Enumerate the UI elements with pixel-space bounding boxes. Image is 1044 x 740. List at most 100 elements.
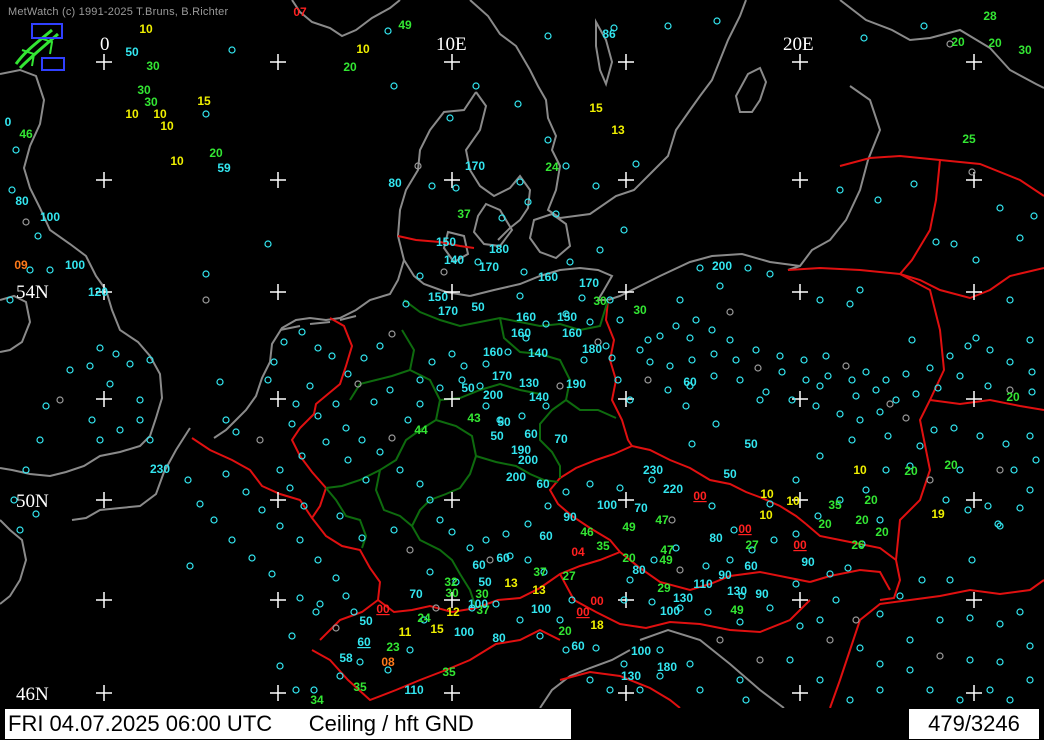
station-ceiling-value: 20 <box>209 146 223 160</box>
station-ceiling-value: 90 <box>755 587 769 601</box>
station-ceiling-value: 110 <box>404 683 424 697</box>
station-dot <box>800 356 808 364</box>
station-dot <box>908 336 916 344</box>
station-ceiling-value: 60 <box>472 558 486 572</box>
station-dot <box>686 660 694 668</box>
grid-labels: 0 10E 20E 54N 50N 46N <box>16 34 814 705</box>
grid-cross <box>270 172 286 188</box>
station-dot <box>332 400 340 408</box>
station-dot <box>686 334 694 342</box>
station-dot <box>562 488 570 496</box>
station-ceiling-value: 86 <box>602 27 616 41</box>
station-ceiling-value: 170 <box>579 276 599 290</box>
station-ceiling-value: 50 <box>490 429 504 443</box>
station-ceiling-value: 35 <box>353 680 367 694</box>
station-ceiling-value: 10 <box>786 494 800 508</box>
station-ceiling-value: 230 <box>150 462 170 476</box>
station-ceiling-value: 100 <box>468 597 488 611</box>
grid-cross <box>96 54 112 70</box>
station-ceiling-value: 10 <box>760 487 774 501</box>
station-dot <box>314 412 322 420</box>
station-dot <box>360 354 368 362</box>
station-dot <box>34 232 42 240</box>
station-dot <box>778 368 786 376</box>
station-ceiling-value: 160 <box>483 345 503 359</box>
station-ceiling-value: 43 <box>467 411 481 425</box>
station-ceiling-value: 140 <box>529 390 549 404</box>
station-dot <box>716 282 724 290</box>
station-dot <box>196 500 204 508</box>
station-dot <box>448 350 456 358</box>
station-dot <box>816 452 824 460</box>
station-ceiling-value: 110 <box>693 577 713 591</box>
station-ceiling-value: 50 <box>125 45 139 59</box>
station-ceiling-value: 60 <box>496 551 510 565</box>
station-dot <box>882 466 890 474</box>
station-dot <box>332 624 340 632</box>
station-dot <box>664 386 672 394</box>
station-dot <box>842 362 850 370</box>
station-ceiling-value: 50 <box>497 415 511 429</box>
station-ceiling-value: 60 <box>744 559 758 573</box>
station-dot <box>708 326 716 334</box>
station-dot <box>336 672 344 680</box>
station-ceiling-value: 34 <box>310 693 324 707</box>
station-dot <box>756 396 764 404</box>
station-ceiling-value: 0 <box>5 115 12 129</box>
station-dot <box>416 376 424 384</box>
station-dot <box>106 380 114 388</box>
station-ceiling-value: 29 <box>657 581 671 595</box>
grid-cross <box>96 685 112 701</box>
station-dot <box>566 258 574 266</box>
station-dot <box>876 686 884 694</box>
station-dot <box>930 426 938 434</box>
station-dot <box>984 502 992 510</box>
station-dot <box>892 396 900 404</box>
station-dot <box>288 632 296 640</box>
metwatch-logo-icon <box>14 23 65 71</box>
station-dot <box>322 438 330 446</box>
grid-cross <box>966 391 982 407</box>
station-dot <box>852 392 860 400</box>
station-dot <box>336 512 344 520</box>
station-dot <box>792 580 800 588</box>
station-ceiling-value: 12 <box>446 605 460 619</box>
station-dot <box>404 416 412 424</box>
station-dot <box>96 344 104 352</box>
station-dot <box>770 536 778 544</box>
station-dot <box>306 382 314 390</box>
grid-cross <box>966 54 982 70</box>
station-ceiling-value: 70 <box>634 501 648 515</box>
station-ceiling-value: 30 <box>593 294 607 308</box>
station-dot <box>276 522 284 530</box>
station-dot <box>896 592 904 600</box>
station-ceiling-value: 00 <box>576 605 590 619</box>
lat-label-54n: 54N <box>16 282 49 303</box>
station-dot <box>918 576 926 584</box>
station-dot <box>682 402 690 410</box>
station-ceiling-value: 100 <box>65 258 85 272</box>
station-dot <box>396 466 404 474</box>
station-dot <box>692 316 700 324</box>
station-dot <box>586 480 594 488</box>
station-dot <box>416 272 424 280</box>
station-ceiling-value: 27 <box>562 569 576 583</box>
station-ceiling-value: 90 <box>718 568 732 582</box>
station-ceiling-value: 140 <box>444 253 464 267</box>
station-dot <box>186 562 194 570</box>
station-ceiling-value: 00 <box>738 522 752 536</box>
station-dot <box>446 114 454 122</box>
station-dot <box>258 506 266 514</box>
station-dot <box>524 556 532 564</box>
station-ceiling-value: 70 <box>554 432 568 446</box>
station-dot <box>376 342 384 350</box>
station-ceiling-value: 200 <box>518 453 538 467</box>
station-dot <box>358 534 366 542</box>
station-dot <box>688 356 696 364</box>
station-dot <box>848 376 856 384</box>
weather-map[interactable]: 0 10E 20E 54N 50N 46N 07 49 10 86 28 50 30 10 20… <box>0 0 1044 708</box>
station-dot <box>288 420 296 428</box>
copyright-text: MetWatch (c) 1991-2025 T.Bruns, B.Richte… <box>8 6 229 18</box>
station-ceiling-value: 58 <box>339 651 353 665</box>
station-dot <box>956 696 964 704</box>
